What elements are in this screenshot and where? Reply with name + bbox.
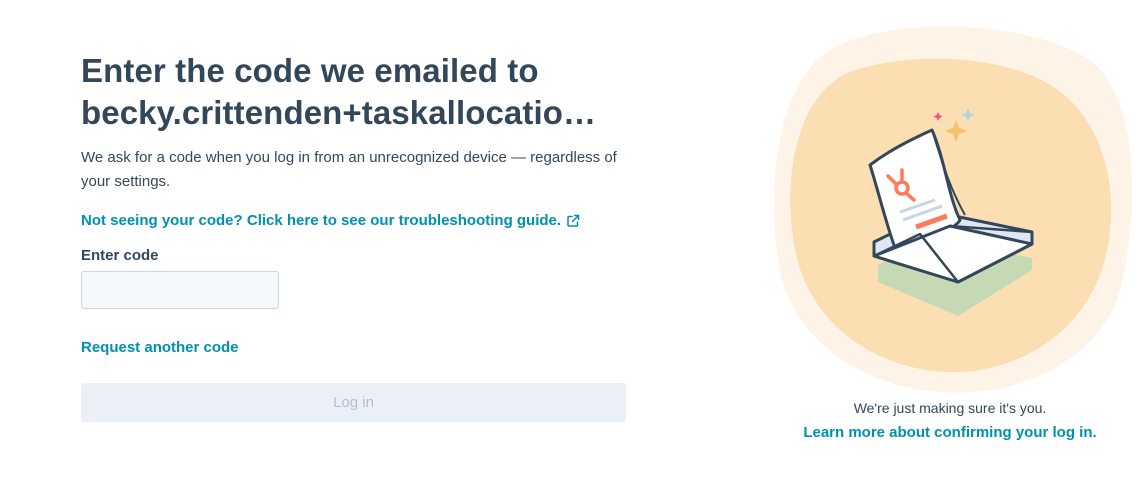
envelope-illustration	[773, 26, 1133, 393]
request-another-code-link[interactable]: Request another code	[81, 339, 239, 356]
login-button[interactable]: Log in	[81, 383, 626, 422]
troubleshooting-guide-link[interactable]: Not seeing your code? Click here to see …	[81, 212, 580, 229]
making-sure-caption: We're just making sure it's you.	[853, 400, 1047, 416]
login-verification-page: Enter the code we emailed to becky.critt…	[0, 0, 1145, 488]
page-title-line-1: Enter the code we emailed to	[81, 52, 539, 89]
verification-form: Enter the code we emailed to becky.critt…	[81, 50, 631, 422]
verification-description: We ask for a code when you log in from a…	[81, 149, 617, 190]
side-panel: We're just making sure it's you. Learn m…	[770, 20, 1140, 480]
enter-code-label: Enter code	[81, 247, 159, 264]
page-title: Enter the code we emailed to becky.critt…	[81, 50, 631, 134]
learn-more-link[interactable]: Learn more about confirming your log in.	[770, 424, 1130, 441]
page-title-line-2: becky.crittenden+taskallocatio…	[81, 94, 597, 131]
external-link-icon	[567, 214, 580, 227]
troubleshooting-link-label: Not seeing your code? Click here to see …	[81, 212, 562, 229]
code-input[interactable]	[81, 271, 279, 309]
